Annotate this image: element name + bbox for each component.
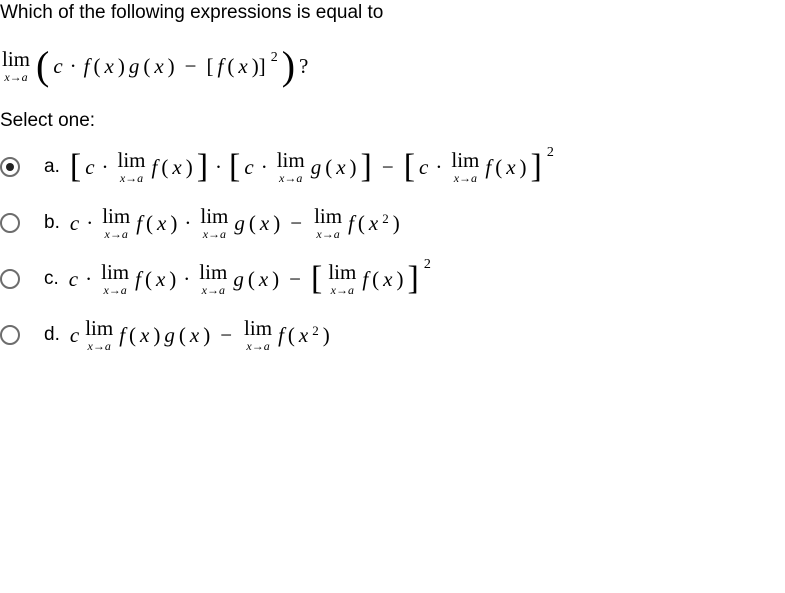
select-one-label: Select one:: [0, 110, 785, 132]
option-a[interactable]: a. [c· limx→a f(x)] · [c· limx→a g(x)] −…: [0, 150, 785, 184]
option-d-content: d. c limx→a f(x)g(x) − limx→a f(x2): [44, 318, 330, 352]
option-c[interactable]: c. c· limx→a f(x) · limx→a g(x) − [ limx…: [0, 262, 785, 296]
radio-d[interactable]: [0, 325, 20, 345]
radio-a[interactable]: [0, 157, 20, 177]
main-expression: lim x→a ( c · f(x)g(x) − [f(x)]2 ) ?: [0, 48, 785, 84]
radio-b[interactable]: [0, 213, 20, 233]
question-stem: Which of the following expressions is eq…: [0, 2, 785, 24]
option-c-content: c. c· limx→a f(x) · limx→a g(x) − [ limx…: [44, 262, 431, 296]
option-b[interactable]: b. c· limx→a f(x) · limx→a g(x) − limx→a…: [0, 206, 785, 240]
option-d[interactable]: d. c limx→a f(x)g(x) − limx→a f(x2): [0, 318, 785, 352]
options-group: a. [c· limx→a f(x)] · [c· limx→a g(x)] −…: [0, 150, 785, 352]
radio-c[interactable]: [0, 269, 20, 289]
option-b-content: b. c· limx→a f(x) · limx→a g(x) − limx→a…: [44, 206, 400, 240]
option-a-content: a. [c· limx→a f(x)] · [c· limx→a g(x)] −…: [44, 150, 554, 184]
